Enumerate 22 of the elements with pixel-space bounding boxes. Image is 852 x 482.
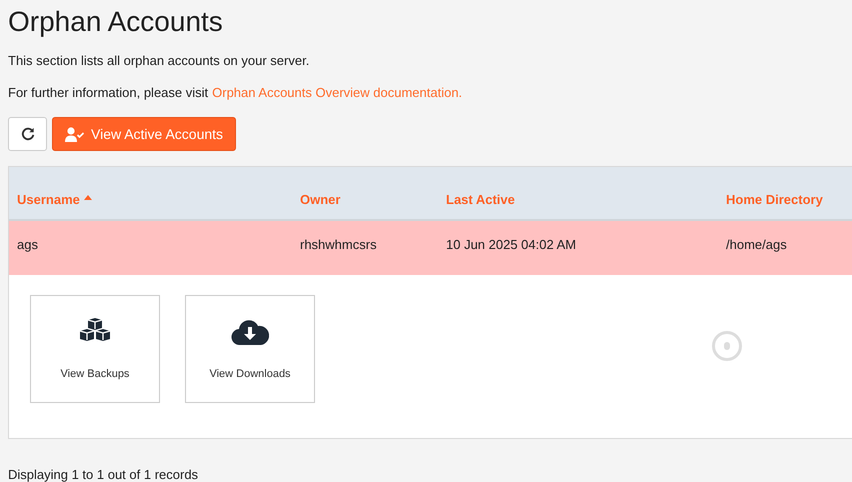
page-title: Orphan Accounts [8,5,224,39]
table-cell: 10 Jun 2025 04:02 AM [446,237,576,252]
records-count-text: Displaying 1 to 1 out of 1 records [8,466,200,482]
table-row[interactable]: ags rhshwhmcsrs 10 Jun 2025 04:02 AM /home/ags [9,221,852,275]
info-text: For further information, please visit [8,84,208,102]
column-header[interactable]: Owner [300,190,446,209]
user-check-icon [65,126,85,142]
action-card[interactable]: View Downloads [185,295,315,403]
column-header[interactable]: Home Directory [726,190,852,209]
documentation-link[interactable]: Orphan Accounts Overview documentation. [212,82,462,102]
table-cell: /home/ags [726,237,787,252]
refresh-icon [20,127,34,141]
action-card[interactable]: View Backups [30,295,160,403]
view-active-accounts-button[interactable]: View Active Accounts [52,117,236,151]
sort-arrow-icon [84,194,92,200]
cloud-download-icon [231,318,269,346]
table-cell: rhshwhmcsrs [300,237,377,252]
table-cell: ags [17,237,38,252]
refresh-button[interactable] [8,117,47,151]
column-header[interactable]: Last Active [446,190,726,209]
intro-text: This section lists all orphan accounts on your server. [8,52,310,70]
column-header[interactable]: Username [17,190,300,209]
